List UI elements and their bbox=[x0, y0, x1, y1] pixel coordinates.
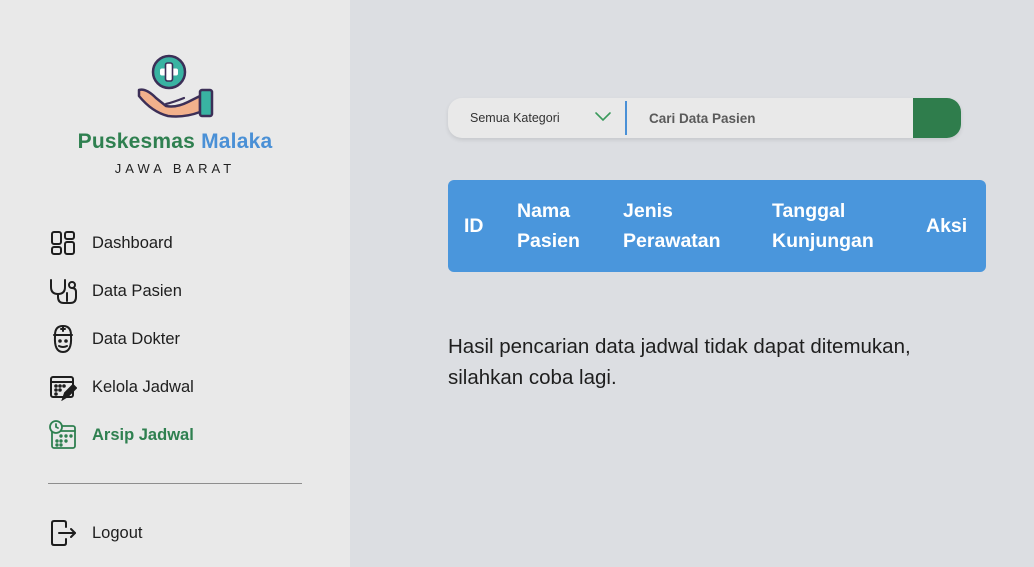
sidebar-item-label: Data Pasien bbox=[92, 281, 182, 300]
search-bar: Semua Kategori bbox=[448, 98, 961, 138]
sidebar-item-label: Data Dokter bbox=[92, 329, 181, 348]
sidebar-divider bbox=[48, 483, 302, 484]
search-input[interactable] bbox=[638, 104, 908, 132]
brand-name-part2: Malaka bbox=[201, 130, 273, 153]
sidebar-item-kelola-jadwal[interactable]: Kelola Jadwal bbox=[48, 371, 194, 403]
brand-name-part1: Puskesmas bbox=[77, 130, 196, 153]
search-separator bbox=[625, 101, 627, 135]
dashboard-icon bbox=[48, 228, 78, 258]
sidebar-item-label: Kelola Jadwal bbox=[92, 377, 194, 396]
doctor-icon bbox=[48, 324, 78, 354]
category-select-value: Semua Kategori bbox=[470, 111, 560, 125]
calendar-edit-icon bbox=[48, 372, 78, 402]
empty-result-message: Hasil pencarian data jadwal tidak dapat … bbox=[448, 335, 911, 389]
sidebar-item-data-pasien[interactable]: Data Pasien bbox=[48, 275, 182, 307]
column-header-jenis-perawatan: Jenis Perawatan bbox=[623, 200, 721, 252]
sidebar-item-dashboard[interactable]: Dashboard bbox=[48, 227, 173, 259]
column-header-tanggal-kunjungan: Tanggal Kunjungan bbox=[772, 200, 874, 252]
column-header-id: ID bbox=[464, 215, 484, 237]
stethoscope-icon bbox=[48, 276, 78, 306]
table-header: ID Nama Pasien Jenis Perawatan Tanggal Kunj… bbox=[448, 180, 986, 272]
column-header-aksi: Aksi bbox=[926, 215, 968, 237]
sidebar-item-arsip-jadwal[interactable]: Arsip Jadwal bbox=[48, 419, 194, 451]
brand-name: Puskesmas Malaka bbox=[0, 130, 350, 154]
logout-icon bbox=[48, 518, 78, 548]
logout-label: Logout bbox=[92, 523, 143, 542]
chevron-down-icon bbox=[595, 112, 611, 122]
brand-region: JAWA BARAT bbox=[114, 161, 236, 176]
sidebar-item-label: Dashboard bbox=[92, 233, 173, 252]
logo-icon bbox=[137, 54, 214, 118]
schedule-archive-icon bbox=[48, 420, 78, 450]
logout-button[interactable]: Logout bbox=[48, 517, 142, 549]
search-button[interactable] bbox=[913, 98, 961, 138]
sidebar-item-data-dokter[interactable]: Data Dokter bbox=[48, 323, 180, 355]
sidebar-item-label: Arsip Jadwal bbox=[92, 425, 194, 444]
sidebar: Puskesmas Malaka JAWA BARAT Dashboard Da… bbox=[0, 0, 350, 567]
category-select[interactable]: Semua Kategori bbox=[448, 98, 626, 138]
column-header-nama-pasien: Nama Pasien bbox=[517, 200, 580, 252]
